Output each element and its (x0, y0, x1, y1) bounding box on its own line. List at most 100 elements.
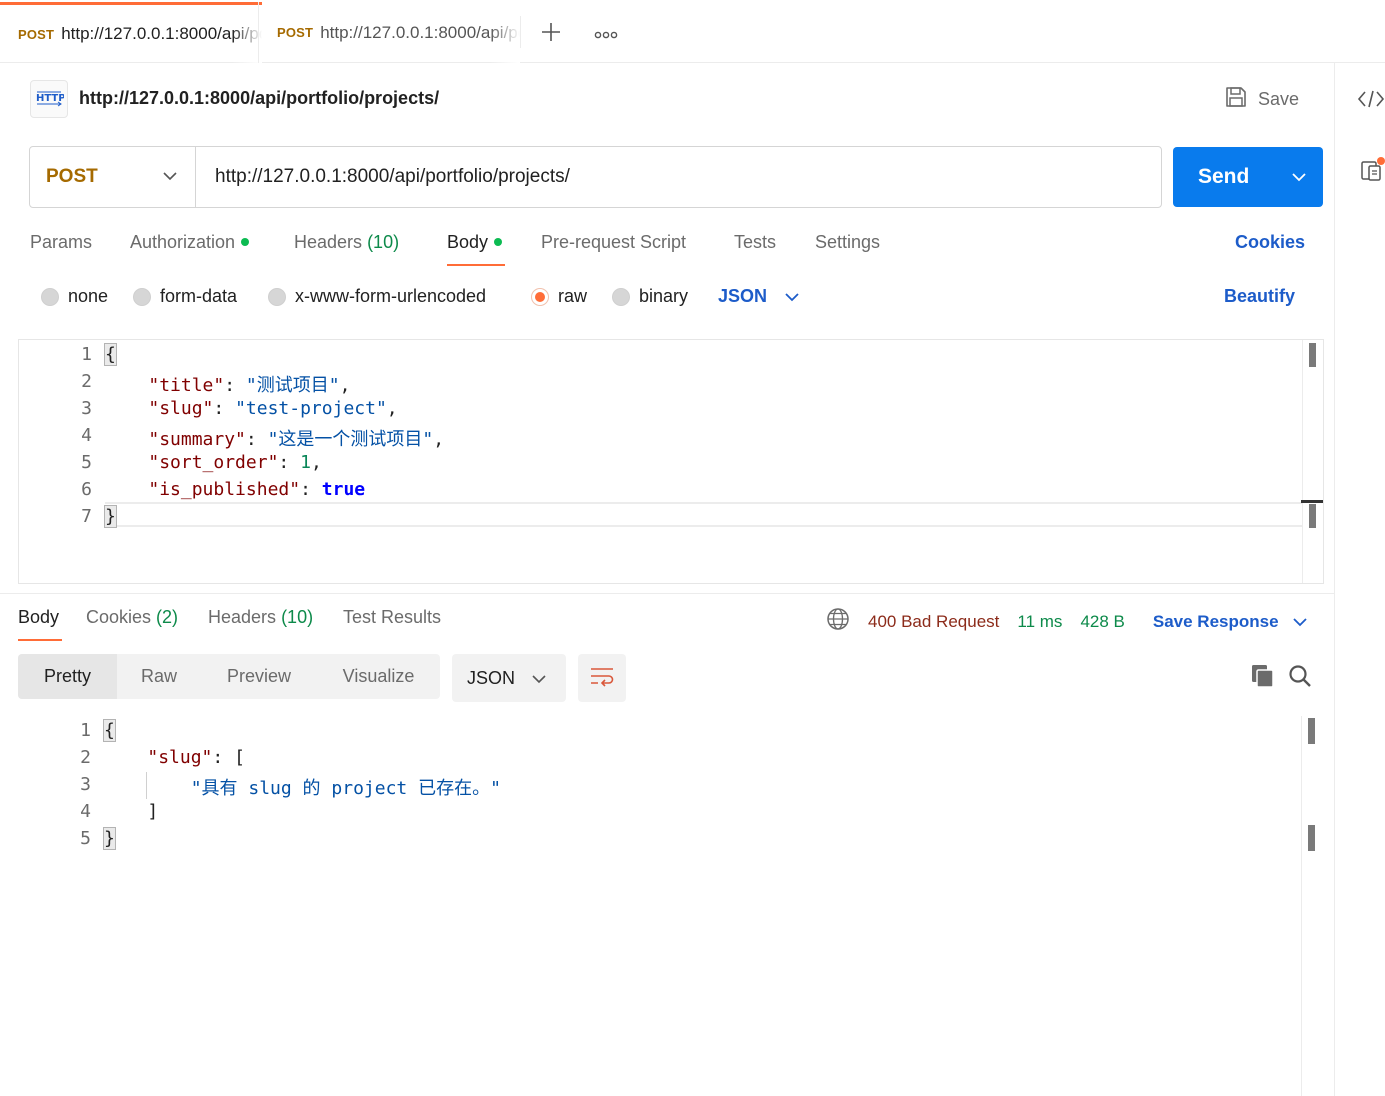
line-number: 6 (81, 479, 92, 500)
response-tab-test-results[interactable]: Test Results (343, 607, 441, 628)
view-preview[interactable]: Preview (201, 654, 317, 699)
json-value: 1 (300, 452, 311, 473)
globe-icon[interactable] (826, 607, 850, 636)
copy-icon[interactable] (1250, 663, 1276, 694)
radio-label: form-data (160, 286, 238, 306)
tab-settings[interactable]: Settings (815, 232, 880, 253)
body-format-select[interactable]: JSON (718, 286, 799, 307)
wrap-lines-button[interactable] (578, 654, 626, 702)
code-line: "具有 slug 的 project 已存在。" (104, 774, 501, 800)
radio-binary[interactable]: binary (612, 286, 688, 307)
response-time[interactable]: 11 ms (1017, 612, 1062, 632)
wrap-lines-icon (589, 665, 615, 692)
response-format-select[interactable]: JSON (452, 654, 566, 702)
tab-method: POST (277, 25, 314, 40)
search-icon[interactable] (1288, 664, 1312, 693)
method-select[interactable]: POST (30, 147, 196, 207)
chevron-down-icon[interactable] (1275, 172, 1323, 182)
right-sidebar (1334, 63, 1385, 1096)
line-number: 4 (81, 425, 92, 446)
radio-circle (41, 287, 59, 306)
tab-body[interactable]: Body (447, 232, 503, 253)
line-number: 7 (81, 506, 92, 527)
radio-label: binary (639, 286, 689, 306)
send-label: Send (1198, 165, 1250, 188)
response-body-viewer[interactable]: 1 2 3 4 5 { "slug": [ "具有 slug 的 project… (18, 716, 1324, 1096)
response-tab-cookies[interactable]: Cookies (2) (86, 607, 178, 628)
code-icon[interactable] (1357, 89, 1385, 114)
json-value: "这是一个测试项目" (267, 429, 434, 450)
format-label: JSON (718, 286, 768, 306)
close-brace: } (103, 827, 116, 850)
save-response-button[interactable]: Save Response (1153, 612, 1307, 632)
editor-scrollbar[interactable] (1301, 340, 1323, 583)
request-body-editor[interactable]: 1 2 3 4 5 6 7 { "title": "测试项目", "slug":… (18, 339, 1324, 584)
response-scrollbar[interactable] (1301, 716, 1322, 1096)
response-tab-label: Headers (208, 607, 277, 627)
open-brace: { (104, 343, 117, 366)
radio-raw[interactable]: raw (531, 286, 587, 307)
scroll-thumb[interactable] (1309, 343, 1316, 367)
beautify-button[interactable]: Beautify (1224, 286, 1295, 307)
save-icon (1224, 85, 1248, 114)
status-dot (241, 238, 250, 246)
line-number: 5 (81, 452, 92, 473)
json-key: "summary" (148, 429, 246, 450)
save-response-label: Save Response (1152, 611, 1279, 631)
more-icon[interactable] (594, 27, 618, 45)
url-bar: POST (29, 146, 1162, 208)
tab-authorization[interactable]: Authorization (130, 232, 250, 253)
code-line: } (103, 827, 116, 850)
svg-text:HTTP: HTTP (36, 93, 64, 104)
tab-tests[interactable]: Tests (734, 232, 776, 253)
send-button[interactable]: Send (1173, 147, 1323, 207)
cookies-count: (2) (156, 607, 179, 627)
save-button[interactable]: Save (1224, 84, 1299, 114)
array-close: ] (147, 801, 159, 822)
cookies-link[interactable]: Cookies (1235, 232, 1305, 253)
radio-urlencoded[interactable]: x-www-form-urlencoded (268, 286, 486, 307)
radio-label: x-www-form-urlencoded (295, 286, 487, 306)
response-size[interactable]: 428 B (1080, 612, 1124, 632)
response-tab-body[interactable]: Body (18, 607, 59, 628)
tab-bar: POST http://127.0.0.1:8000/api/portfolio… (0, 0, 1385, 63)
radio-circle (268, 287, 286, 306)
open-brace: { (103, 719, 116, 742)
tab-pre-request-script[interactable]: Pre-request Script (541, 232, 686, 253)
response-divider (0, 593, 1334, 594)
line-number: 2 (80, 747, 91, 768)
tab-headers-label: Headers (294, 232, 363, 252)
code-line: "slug": [ (147, 747, 245, 768)
json-key: "title" (148, 375, 225, 396)
tab-authorization-label: Authorization (130, 232, 236, 252)
json-key: "slug" (148, 398, 214, 419)
code-line: "sort_order": 1, (148, 452, 322, 473)
radio-none[interactable]: none (41, 286, 108, 307)
view-visualize[interactable]: Visualize (317, 654, 440, 699)
request-tab-1[interactable]: POST http://127.0.0.1:8000/api/portfolio… (0, 2, 262, 63)
tab-headers[interactable]: Headers (10) (294, 232, 399, 253)
response-tab-headers[interactable]: Headers (10) (208, 607, 313, 628)
response-view-mode: Pretty Raw Preview Visualize (18, 654, 440, 699)
save-label: Save (1258, 88, 1300, 109)
radio-form-data[interactable]: form-data (133, 286, 237, 307)
json-value: true (321, 479, 366, 500)
response-status: 400 Bad Request 11 ms 428 B Save Respons… (826, 607, 1307, 636)
tab-params[interactable]: Params (30, 232, 92, 253)
scroll-thumb[interactable] (1308, 718, 1315, 744)
line-number: 2 (81, 371, 92, 392)
format-label: JSON (467, 667, 516, 688)
headers-count: (10) (367, 232, 400, 252)
json-value: "test-project" (235, 398, 387, 419)
plus-icon[interactable] (540, 21, 562, 48)
line-number: 3 (81, 398, 92, 419)
status-code[interactable]: 400 Bad Request (868, 612, 999, 632)
view-pretty[interactable]: Pretty (18, 654, 117, 699)
doc-info-icon[interactable] (1359, 157, 1385, 188)
view-raw[interactable]: Raw (117, 654, 201, 699)
request-tab-2[interactable]: POST http://127.0.0.1:8000/api/portfolio… (258, 2, 520, 63)
url-input[interactable] (196, 147, 1161, 207)
line-number: 5 (80, 828, 91, 849)
line-number: 1 (81, 344, 92, 365)
request-title[interactable]: http://127.0.0.1:8000/api/portfolio/proj… (79, 88, 439, 109)
